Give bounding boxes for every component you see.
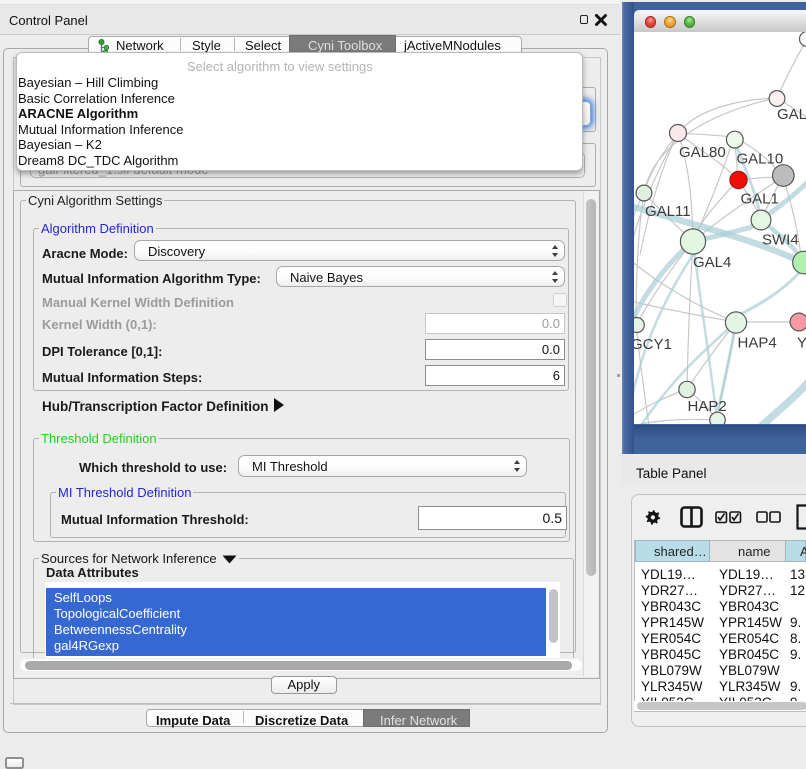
svg-text:GAL10: GAL10 — [737, 151, 784, 168]
svg-text:YD: YD — [797, 335, 806, 352]
svg-text:GAL7: GAL7 — [777, 106, 806, 123]
svg-text:HAP4: HAP4 — [738, 335, 777, 352]
svg-text:GAL1: GAL1 — [741, 191, 779, 208]
svg-text:GAL4: GAL4 — [693, 254, 731, 271]
svg-text:GCY1: GCY1 — [634, 336, 672, 353]
svg-text:GAL11: GAL11 — [645, 203, 691, 220]
svg-text:GAL80: GAL80 — [679, 144, 726, 161]
svg-text:SWI4: SWI4 — [762, 232, 799, 249]
svg-text:HAP2: HAP2 — [688, 398, 727, 415]
